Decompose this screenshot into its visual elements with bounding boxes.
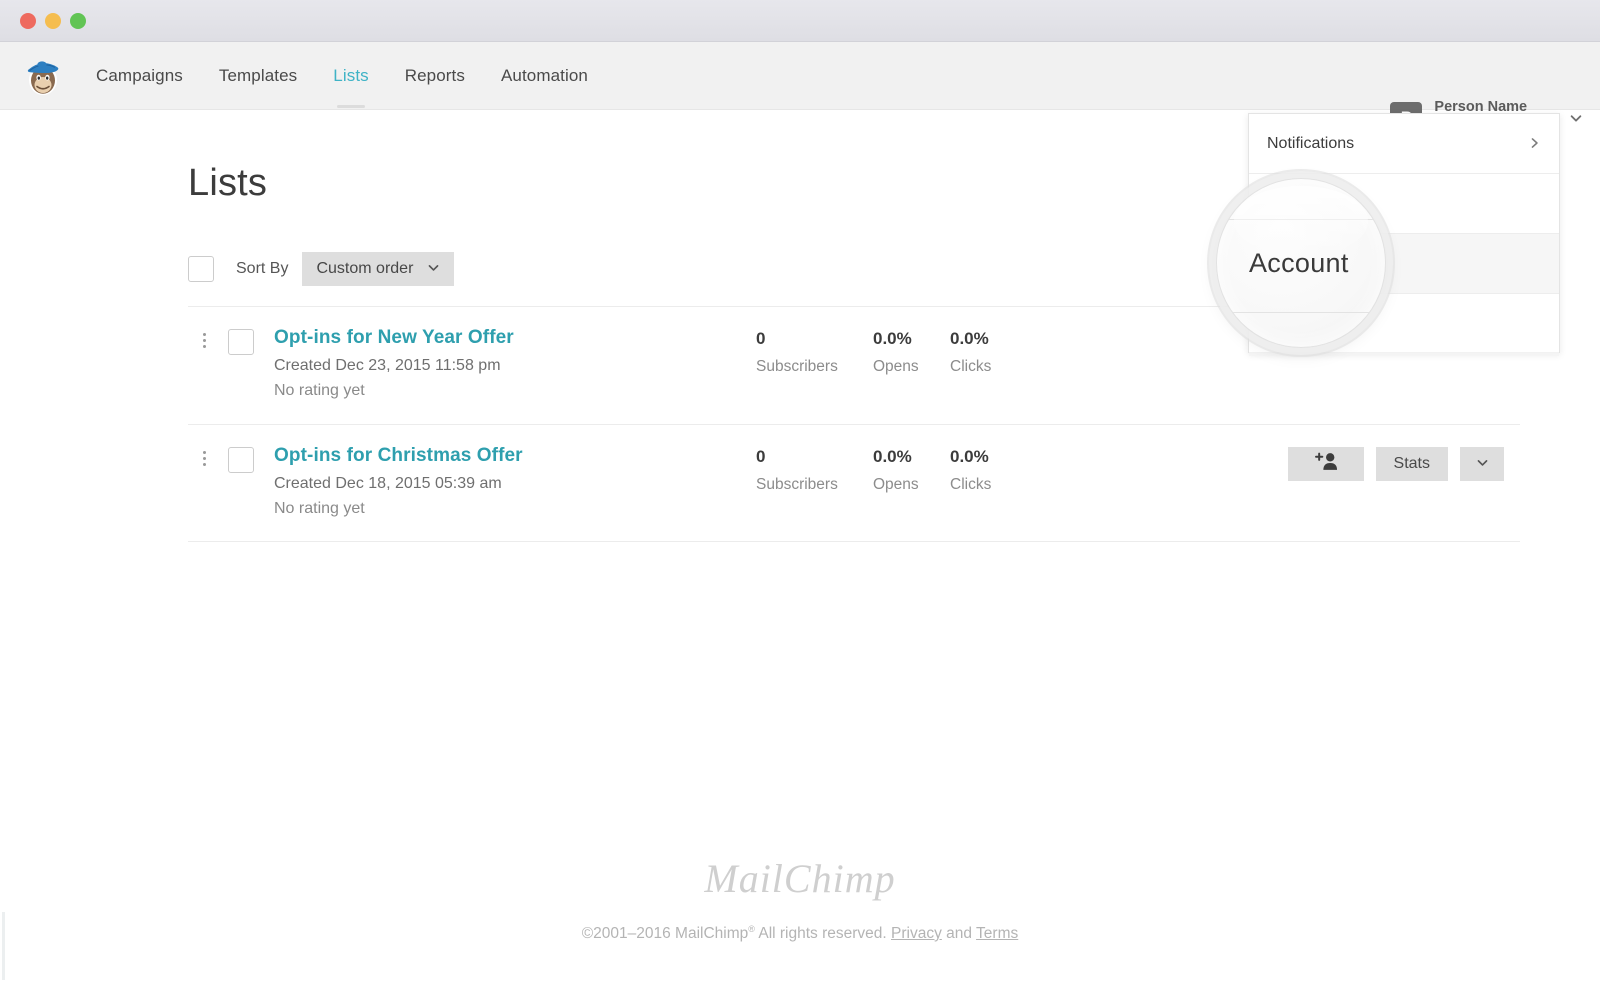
stats-button[interactable]: Stats xyxy=(1376,447,1448,481)
stat-subscribers-label: Subscribers xyxy=(756,358,873,376)
stat-opens: 0.0% Opens xyxy=(873,447,950,494)
stat-clicks-value: 0.0% xyxy=(950,329,1030,349)
mailchimp-wordmark: MailChimp xyxy=(0,855,1600,902)
chevron-down-icon xyxy=(1476,456,1489,472)
stat-clicks-value: 0.0% xyxy=(950,447,1030,467)
list-rating: No rating yet xyxy=(274,500,744,518)
nav-label-lists: Lists xyxy=(333,66,368,86)
chevron-right-icon xyxy=(1528,133,1541,154)
nav-item-lists[interactable]: Lists xyxy=(315,42,386,110)
stat-clicks-label: Clicks xyxy=(950,358,1030,376)
list-name-link[interactable]: Opt-ins for New Year Offer xyxy=(274,327,514,349)
nav-label-reports: Reports xyxy=(405,66,465,86)
stat-opens-value: 0.0% xyxy=(873,329,950,349)
account-menu-item-notifications[interactable]: Notifications xyxy=(1249,114,1559,174)
stat-subscribers-value: 0 xyxy=(756,329,873,349)
copyright-mid: All rights reserved. xyxy=(755,925,891,942)
row-options-kebab-icon[interactable] xyxy=(192,333,216,348)
row-checkbox[interactable] xyxy=(228,329,254,355)
stat-opens: 0.0% Opens xyxy=(873,329,950,376)
mailchimp-freddie-logo-icon[interactable] xyxy=(20,52,66,98)
sort-order-select[interactable]: Custom order xyxy=(302,252,454,286)
sort-order-value: Custom order xyxy=(316,260,413,278)
nav-item-templates[interactable]: Templates xyxy=(201,42,315,110)
privacy-link[interactable]: Privacy xyxy=(891,925,942,942)
add-person-icon xyxy=(1311,451,1341,477)
viewport-edge-artifact xyxy=(2,912,5,980)
magnifier-loupe: Account xyxy=(1216,178,1386,348)
stat-clicks-label: Clicks xyxy=(950,476,1030,494)
row-options-kebab-icon[interactable] xyxy=(192,451,216,466)
loupe-divider-top xyxy=(1217,219,1385,220)
page-footer: MailChimp ©2001–2016 MailChimp® All righ… xyxy=(0,855,1600,943)
close-window-button[interactable] xyxy=(20,13,36,29)
registered-mark-icon: ® xyxy=(748,924,755,934)
chevron-down-icon xyxy=(427,261,440,277)
row-main: Opt-ins for New Year Offer Created Dec 2… xyxy=(274,327,744,400)
list-created-date: Created Dec 23, 2015 11:58 pm xyxy=(274,357,744,375)
minimize-window-button[interactable] xyxy=(45,13,61,29)
nav-label-campaigns: Campaigns xyxy=(96,66,183,86)
app-header: Campaigns Templates Lists Reports Automa… xyxy=(0,42,1600,110)
add-subscriber-button[interactable] xyxy=(1288,447,1364,481)
stat-subscribers: 0 Subscribers xyxy=(756,329,873,376)
stat-subscribers-value: 0 xyxy=(756,447,873,467)
stat-subscribers: 0 Subscribers xyxy=(756,447,873,494)
select-all-checkbox[interactable] xyxy=(188,256,214,282)
copyright-text: ©2001–2016 MailChimp® All rights reserve… xyxy=(0,924,1600,943)
list-created-date: Created Dec 18, 2015 05:39 am xyxy=(274,475,744,493)
stat-opens-label: Opens xyxy=(873,358,950,376)
sort-by-label: Sort By xyxy=(236,260,288,278)
stat-opens-value: 0.0% xyxy=(873,447,950,467)
window-traffic-lights xyxy=(20,13,86,29)
copyright-pre: ©2001–2016 MailChimp xyxy=(582,925,749,942)
account-menu-label-notifications: Notifications xyxy=(1267,135,1354,153)
row-main: Opt-ins for Christmas Offer Created Dec … xyxy=(274,445,744,518)
row-stats: 0 Subscribers 0.0% Opens 0.0% Clicks xyxy=(756,329,1030,376)
stat-clicks: 0.0% Clicks xyxy=(950,329,1030,376)
nav-item-campaigns[interactable]: Campaigns xyxy=(96,42,201,110)
row-checkbox[interactable] xyxy=(228,447,254,473)
page-title: Lists xyxy=(188,162,267,205)
row-actions: Stats xyxy=(1288,447,1504,481)
window-titlebar xyxy=(0,0,1600,42)
terms-link[interactable]: Terms xyxy=(976,925,1018,942)
nav-item-reports[interactable]: Reports xyxy=(387,42,483,110)
loupe-divider-bottom xyxy=(1217,312,1385,313)
row-actions-dropdown-button[interactable] xyxy=(1460,447,1504,481)
stat-opens-label: Opens xyxy=(873,476,950,494)
nav-label-templates: Templates xyxy=(219,66,297,86)
stat-clicks: 0.0% Clicks xyxy=(950,447,1030,494)
table-row: Opt-ins for Christmas Offer Created Dec … xyxy=(188,424,1520,542)
chevron-down-icon[interactable] xyxy=(1568,110,1584,126)
maximize-window-button[interactable] xyxy=(70,13,86,29)
main-navigation: Campaigns Templates Lists Reports Automa… xyxy=(96,42,606,110)
app-window: Campaigns Templates Lists Reports Automa… xyxy=(0,0,1600,984)
list-toolbar: Sort By Custom order xyxy=(188,252,454,286)
list-name-link[interactable]: Opt-ins for Christmas Offer xyxy=(274,445,523,467)
loupe-gloss xyxy=(1234,186,1368,257)
nav-item-automation[interactable]: Automation xyxy=(483,42,606,110)
magnified-account-label: Account xyxy=(1217,248,1385,279)
list-rating: No rating yet xyxy=(274,382,744,400)
and-text: and xyxy=(942,925,976,942)
nav-label-automation: Automation xyxy=(501,66,588,86)
stat-subscribers-label: Subscribers xyxy=(756,476,873,494)
row-stats: 0 Subscribers 0.0% Opens 0.0% Clicks xyxy=(756,447,1030,494)
